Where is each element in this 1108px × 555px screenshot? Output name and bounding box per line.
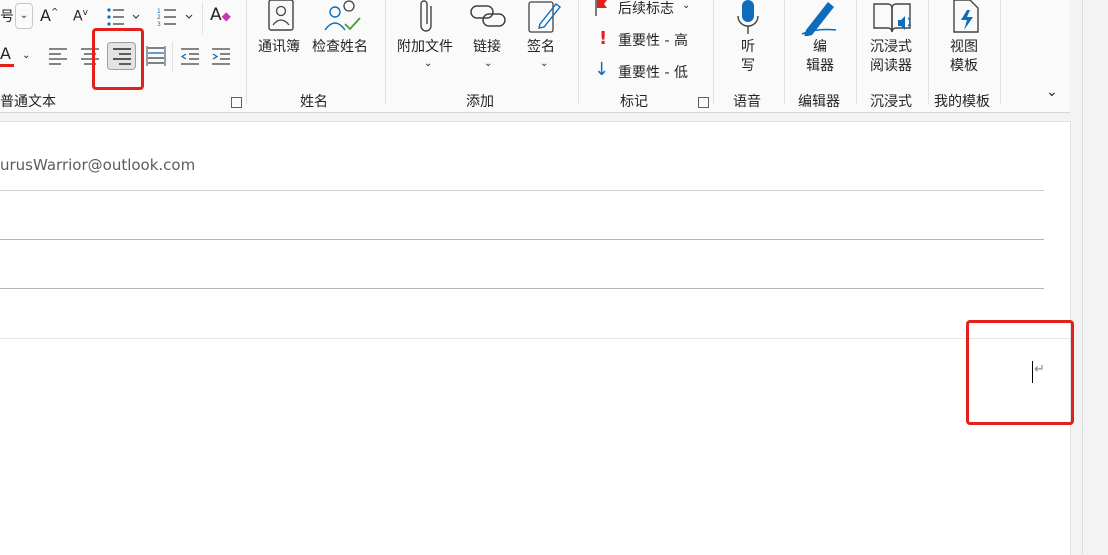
editor-button-line1[interactable]: 编 — [813, 38, 827, 57]
separator — [385, 0, 386, 104]
window-right-edge — [1072, 0, 1108, 554]
immersive-reader-button-line1[interactable]: 沉浸式 — [870, 38, 912, 57]
separator — [202, 2, 203, 34]
link-icon[interactable] — [469, 2, 507, 30]
view-templates-button-line1[interactable]: 视图 — [950, 38, 978, 57]
group-label-immersive: 沉浸式 — [870, 94, 912, 110]
to-field[interactable] — [0, 191, 1044, 239]
editor-button-line2[interactable]: 辑器 — [806, 57, 834, 76]
separator — [172, 42, 173, 72]
separator — [1000, 0, 1001, 104]
follow-up-dropdown-icon[interactable]: ⌄ — [682, 0, 690, 11]
ribbon: 号 ⌄ A^ Av 1 2 3 A◆ A ⌄ 普通文本 通讯簿 检查姓名 姓名 … — [0, 0, 1070, 113]
view-templates-button-line2[interactable]: 模板 — [950, 57, 978, 76]
highlight-align-right — [92, 28, 144, 90]
check-names-icon[interactable] — [323, 0, 363, 34]
font-color-icon[interactable]: A — [0, 44, 11, 63]
grow-font-icon[interactable]: A^ — [40, 6, 59, 25]
signature-button[interactable]: 签名 — [527, 38, 555, 57]
dictate-button-line1[interactable]: 听 — [741, 38, 755, 57]
group-label-voice: 语音 — [733, 94, 761, 110]
signature-dropdown-icon[interactable]: ⌄ — [540, 58, 548, 69]
message-body[interactable] — [0, 339, 1070, 555]
separator — [713, 0, 714, 104]
link-dropdown-icon[interactable]: ⌄ — [484, 58, 492, 69]
font-size-dropdown-icon[interactable]: ⌄ — [15, 3, 33, 29]
tags-dialog-launcher[interactable] — [698, 97, 709, 108]
immersive-reader-icon[interactable] — [872, 0, 916, 36]
follow-up-button[interactable]: 后续标志 — [618, 0, 674, 18]
group-label-include: 添加 — [466, 94, 494, 110]
low-importance-icon[interactable]: ↓ — [594, 59, 609, 80]
check-names-button[interactable]: 检查姓名 — [312, 38, 368, 57]
signature-icon[interactable] — [528, 0, 562, 34]
basic-text-dialog-launcher[interactable] — [231, 97, 242, 108]
cc-field[interactable] — [0, 240, 1044, 288]
attach-file-button[interactable]: 附加文件 — [397, 38, 453, 57]
link-button[interactable]: 链接 — [473, 38, 501, 57]
font-color-dropdown-icon[interactable]: ⌄ — [22, 50, 30, 61]
subject-field[interactable] — [0, 289, 1044, 337]
group-label-templates: 我的模板 — [934, 94, 990, 110]
message-compose-area: urusWarrior@outlook.com — [0, 121, 1071, 555]
clear-formatting-icon[interactable]: A◆ — [210, 5, 231, 25]
from-address[interactable]: urusWarrior@outlook.com — [0, 156, 195, 174]
increase-indent-icon[interactable] — [211, 47, 231, 65]
font-color-bar — [0, 64, 14, 67]
address-book-icon[interactable] — [266, 0, 296, 32]
svg-text:2: 2 — [157, 14, 161, 21]
paperclip-icon[interactable] — [417, 0, 437, 34]
dictate-button-line2[interactable]: 写 — [741, 57, 755, 76]
ribbon-collapse-chevron-icon[interactable]: ⌄ — [1046, 84, 1058, 100]
group-label-tags: 标记 — [620, 94, 648, 110]
justify-icon[interactable] — [146, 45, 166, 67]
high-importance-button[interactable]: 重要性 - 高 — [618, 30, 688, 50]
low-importance-button[interactable]: 重要性 - 低 — [618, 62, 688, 82]
immersive-reader-button-line2[interactable]: 阅读器 — [870, 57, 912, 76]
separator — [784, 0, 785, 104]
microphone-icon[interactable] — [735, 0, 761, 36]
svg-text:3: 3 — [157, 21, 161, 27]
separator — [856, 0, 857, 104]
highlight-cursor-area — [966, 320, 1074, 425]
group-label-names: 姓名 — [300, 94, 328, 110]
align-left-icon[interactable] — [48, 47, 68, 65]
follow-up-flag-icon[interactable] — [594, 0, 610, 16]
address-book-button[interactable]: 通讯簿 — [258, 38, 300, 57]
group-label-editor: 编辑器 — [798, 94, 840, 110]
attach-file-dropdown-icon[interactable]: ⌄ — [424, 58, 432, 69]
bullets-icon[interactable] — [106, 7, 140, 27]
numbering-icon[interactable]: 1 2 3 — [157, 7, 197, 27]
separator — [578, 0, 579, 104]
shrink-font-icon[interactable]: Av — [73, 8, 88, 25]
window-edge-line — [1082, 0, 1083, 554]
separator — [928, 0, 929, 104]
high-importance-icon[interactable]: ! — [599, 28, 607, 49]
editor-icon[interactable] — [800, 0, 840, 36]
group-label-basic-text: 普通文本 — [0, 94, 56, 110]
font-size-box[interactable]: 号 — [0, 6, 14, 26]
decrease-indent-icon[interactable] — [180, 47, 200, 65]
separator — [246, 0, 247, 104]
view-templates-icon[interactable] — [951, 0, 981, 34]
